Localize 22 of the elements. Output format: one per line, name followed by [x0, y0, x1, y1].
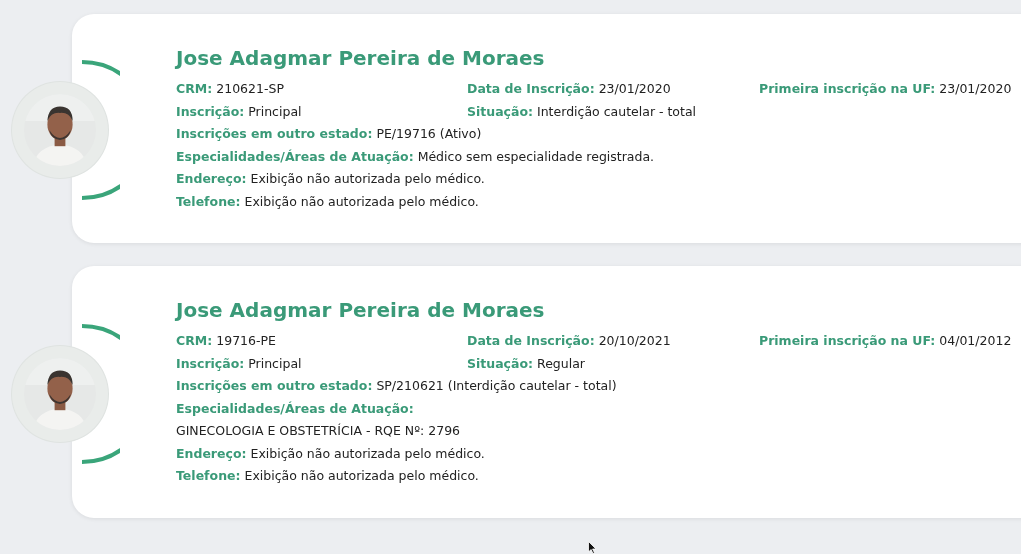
info-line: CRM: 19716-PE — [176, 332, 276, 350]
info-line: Endereço: Exibição não autorizada pelo médico. — [176, 444, 485, 463]
info-line: Especialidades/Áreas de Atuação: Médico sem especialidade registrada. — [176, 147, 655, 166]
doctor-name: Jose Adagmar Pereira de Moraes — [176, 297, 546, 324]
info-line: Data de Inscrição: 20/10/2021 — [467, 332, 671, 350]
info-line: Situação: Regular — [467, 354, 585, 373]
cursor-icon — [588, 541, 597, 554]
info-line: Inscrições em outro estado: SP/210621 (Interdição cautelar - total) — [176, 377, 617, 395]
info-line: Primeira inscrição na UF: 04/01/2012 — [759, 332, 1012, 350]
info-line: Primeira inscrição na UF: 23/01/2020 — [759, 80, 1012, 98]
doctor-name: Jose Adagmar Pereira de Moraes — [176, 45, 546, 72]
info-line: Especialidades/Áreas de Atuação: — [176, 399, 414, 418]
info-line: Inscrições em outro estado: PE/19716 (Ativo) — [176, 125, 482, 143]
info-line: Inscrição: Principal — [176, 354, 302, 373]
info-line: Situação: Interdição cautelar - total — [467, 102, 697, 121]
info-line: Endereço: Exibição não autorizada pelo médico. — [176, 170, 485, 188]
specialty-text: GINECOLOGIA E OBSTETRÍCIA - RQE Nº: 2796 — [176, 422, 461, 440]
info-line: Telefone: Exibição não autorizada pelo médico. — [176, 467, 479, 485]
info-line: Inscrição: Principal — [176, 102, 302, 121]
info-line: CRM: 210621-SP — [176, 80, 284, 98]
info-line: Data de Inscrição: 23/01/2020 — [467, 80, 671, 98]
info-line: Telefone: Exibição não autorizada pelo médico. — [176, 192, 479, 211]
